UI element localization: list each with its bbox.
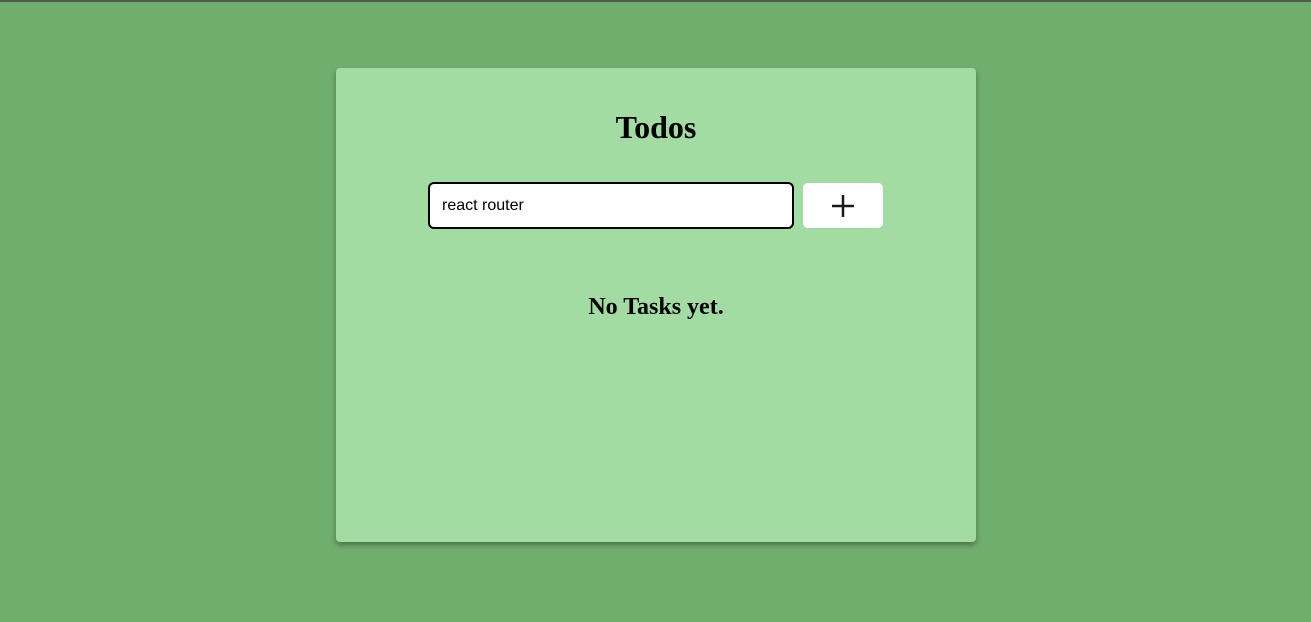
add-task-button[interactable] xyxy=(803,183,883,228)
top-border xyxy=(0,0,1311,2)
page-title: Todos xyxy=(615,109,697,145)
todo-card: Todos No Tasks yet. xyxy=(336,68,976,542)
task-input[interactable] xyxy=(428,182,794,229)
empty-tasks-message: No Tasks yet. xyxy=(588,294,724,320)
plus-icon xyxy=(830,193,856,219)
